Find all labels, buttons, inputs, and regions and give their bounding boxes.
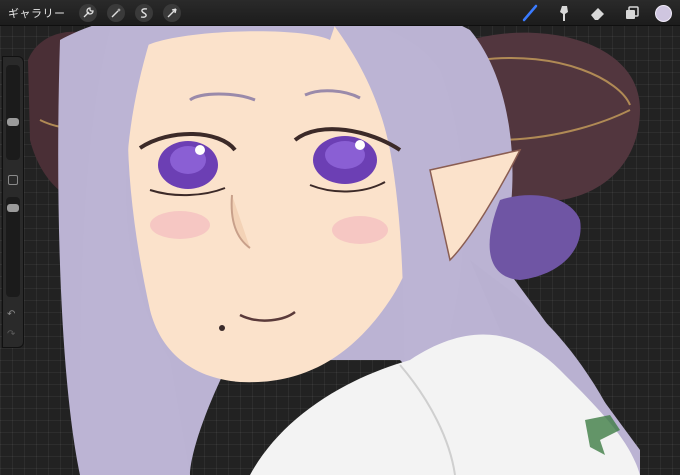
opacity-slider[interactable] <box>6 197 20 297</box>
wrench-icon <box>83 6 94 17</box>
artwork <box>28 0 640 475</box>
transform-button[interactable] <box>162 3 181 22</box>
actions-button[interactable] <box>78 3 97 22</box>
magic-wand-icon <box>111 7 121 17</box>
gallery-button[interactable]: ギャラリー <box>8 5 66 21</box>
adjustments-button[interactable] <box>106 3 125 22</box>
smudge-icon <box>560 6 568 21</box>
brush-tool[interactable] <box>519 2 541 24</box>
eraser-tool[interactable] <box>587 2 609 24</box>
selection-s-icon <box>140 7 147 18</box>
redo-icon[interactable]: ↷ <box>7 329 15 340</box>
arrow-cursor-icon <box>167 7 177 17</box>
scrunchie <box>489 195 581 280</box>
smudge-tool[interactable] <box>553 2 575 24</box>
selection-button[interactable] <box>134 3 153 22</box>
undo-icon[interactable]: ↶ <box>7 309 15 320</box>
top-toolbar: ギャラリー <box>0 0 680 26</box>
brush-icon <box>522 4 538 22</box>
brush-size-thumb[interactable] <box>7 118 19 126</box>
eraser-icon <box>591 8 604 20</box>
brush-size-slider[interactable] <box>6 65 20 160</box>
right-toolset <box>513 0 680 26</box>
layers-button[interactable] <box>621 2 643 24</box>
left-sidebar: ↶ ↷ <box>2 56 24 348</box>
modify-button[interactable] <box>8 175 18 185</box>
drawing-canvas[interactable] <box>0 0 680 475</box>
layers-icon <box>626 6 639 19</box>
color-picker-button[interactable] <box>655 4 672 22</box>
opacity-thumb[interactable] <box>7 204 19 212</box>
